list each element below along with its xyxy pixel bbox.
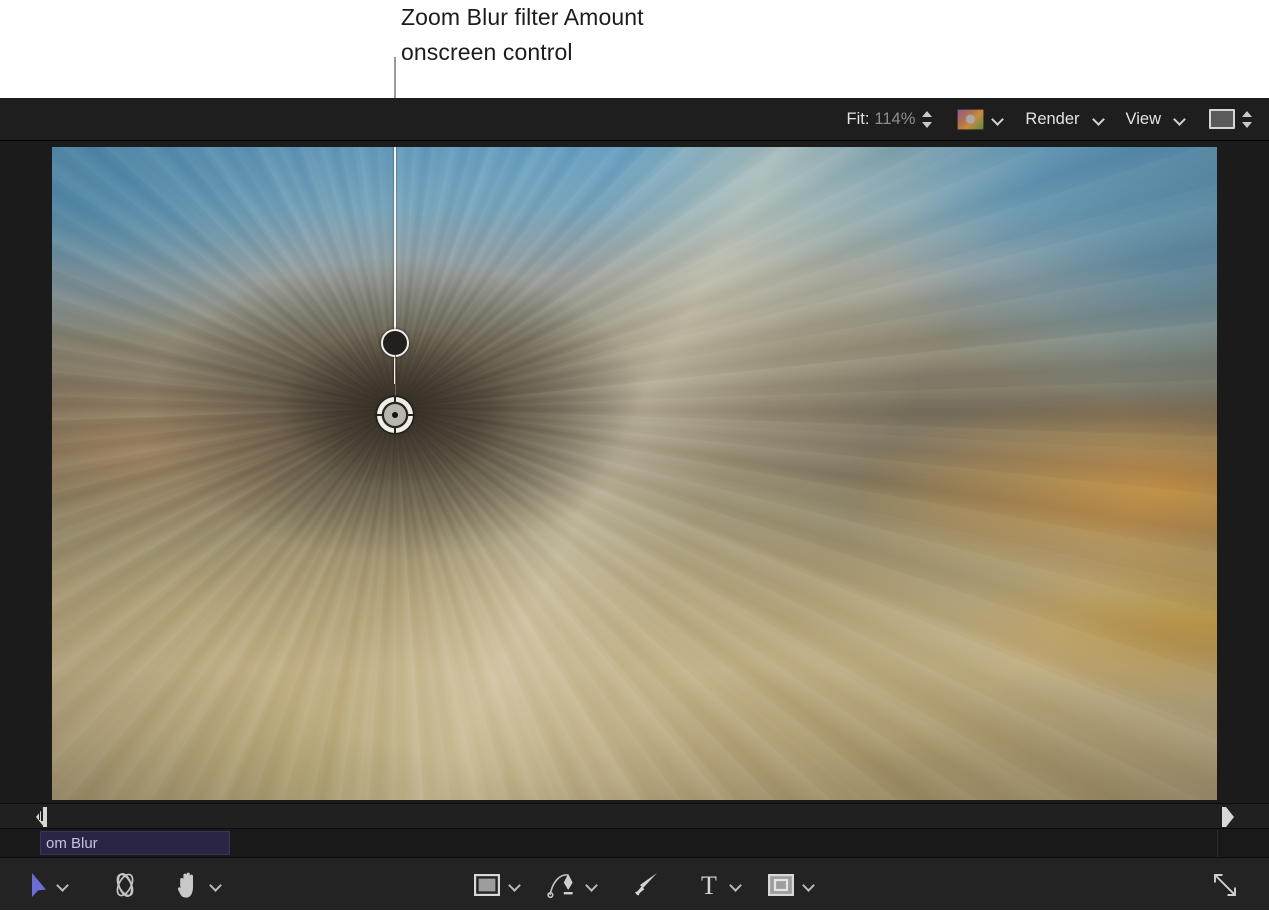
chevron-down-icon[interactable] [1174, 115, 1187, 123]
callout-annotation: Zoom Blur filter Amount onscreen control [0, 0, 1269, 98]
zoom-fit-control[interactable]: Fit: 114% [847, 98, 934, 141]
bezier-tool[interactable] [547, 858, 599, 911]
display-layout-control[interactable] [1209, 98, 1253, 141]
canvas-toolbar: Fit: 114% Render View [0, 98, 1269, 141]
mask-tool[interactable] [768, 858, 816, 911]
bottom-toolbar: T [0, 857, 1269, 910]
render-menu-label: Render [1025, 110, 1079, 129]
timeline-clip-label: om Blur [46, 835, 98, 852]
chevron-down-icon[interactable] [803, 881, 816, 889]
zoom-fit-value: 114% [874, 110, 915, 129]
chevron-down-icon[interactable] [992, 115, 1005, 123]
in-point-marker[interactable] [36, 807, 52, 827]
canvas-region[interactable] [0, 141, 1269, 803]
preview-image [52, 147, 1217, 800]
svg-text:T: T [701, 872, 717, 898]
select-tool[interactable] [30, 858, 70, 911]
shape-tool[interactable] [474, 858, 522, 911]
timeline-clip[interactable]: om Blur [40, 831, 230, 855]
display-preview-icon [1209, 109, 1235, 129]
pen-bezier-icon [547, 870, 577, 900]
out-point-marker[interactable] [1217, 807, 1233, 827]
text-t-icon: T [697, 872, 721, 898]
paint-tool[interactable] [632, 858, 660, 911]
pan-tool[interactable] [176, 858, 223, 911]
3d-orbit-icon [110, 870, 140, 900]
color-wheel-icon [957, 109, 984, 130]
in-marker-slit [39, 811, 41, 820]
timeline-ruler[interactable] [0, 803, 1269, 829]
rectangle-icon [474, 874, 500, 896]
chevron-down-icon[interactable] [210, 881, 223, 889]
stepper-icon[interactable] [1242, 110, 1253, 129]
color-channels-button[interactable] [957, 98, 1005, 141]
timeline-strip: om Blur [0, 803, 1269, 857]
in-marker-bar [43, 807, 47, 827]
chevron-down-icon[interactable] [57, 881, 70, 889]
view-menu-label: View [1126, 110, 1161, 129]
timeline-track[interactable]: om Blur [0, 829, 1269, 857]
paintbrush-icon [632, 871, 660, 899]
diagonal-arrows-icon [1212, 872, 1238, 898]
view-menu-button[interactable]: View [1126, 98, 1187, 141]
text-tool[interactable]: T [697, 858, 743, 911]
arrow-cursor-icon [30, 872, 48, 898]
callout-label: Zoom Blur filter Amount onscreen control [401, 0, 831, 70]
mask-rectangle-icon [768, 874, 794, 896]
chevron-down-icon[interactable] [730, 881, 743, 889]
stepper-icon[interactable] [922, 110, 933, 129]
render-menu-button[interactable]: Render [1025, 98, 1105, 141]
application-window: Fit: 114% Render View [0, 98, 1269, 910]
zoom-fit-label: Fit: [847, 110, 870, 129]
transform-3d-tool[interactable] [110, 858, 140, 911]
out-marker-triangle [1226, 807, 1234, 827]
image-vignette [52, 147, 1217, 800]
chevron-down-icon[interactable] [586, 881, 599, 889]
callout-leader-line [394, 57, 396, 98]
out-marker-bar [1222, 807, 1226, 827]
track-divider [1217, 829, 1218, 857]
hand-icon [176, 871, 201, 899]
resize-handle[interactable] [1212, 858, 1238, 911]
chevron-down-icon[interactable] [509, 881, 522, 889]
chevron-down-icon[interactable] [1093, 115, 1106, 123]
